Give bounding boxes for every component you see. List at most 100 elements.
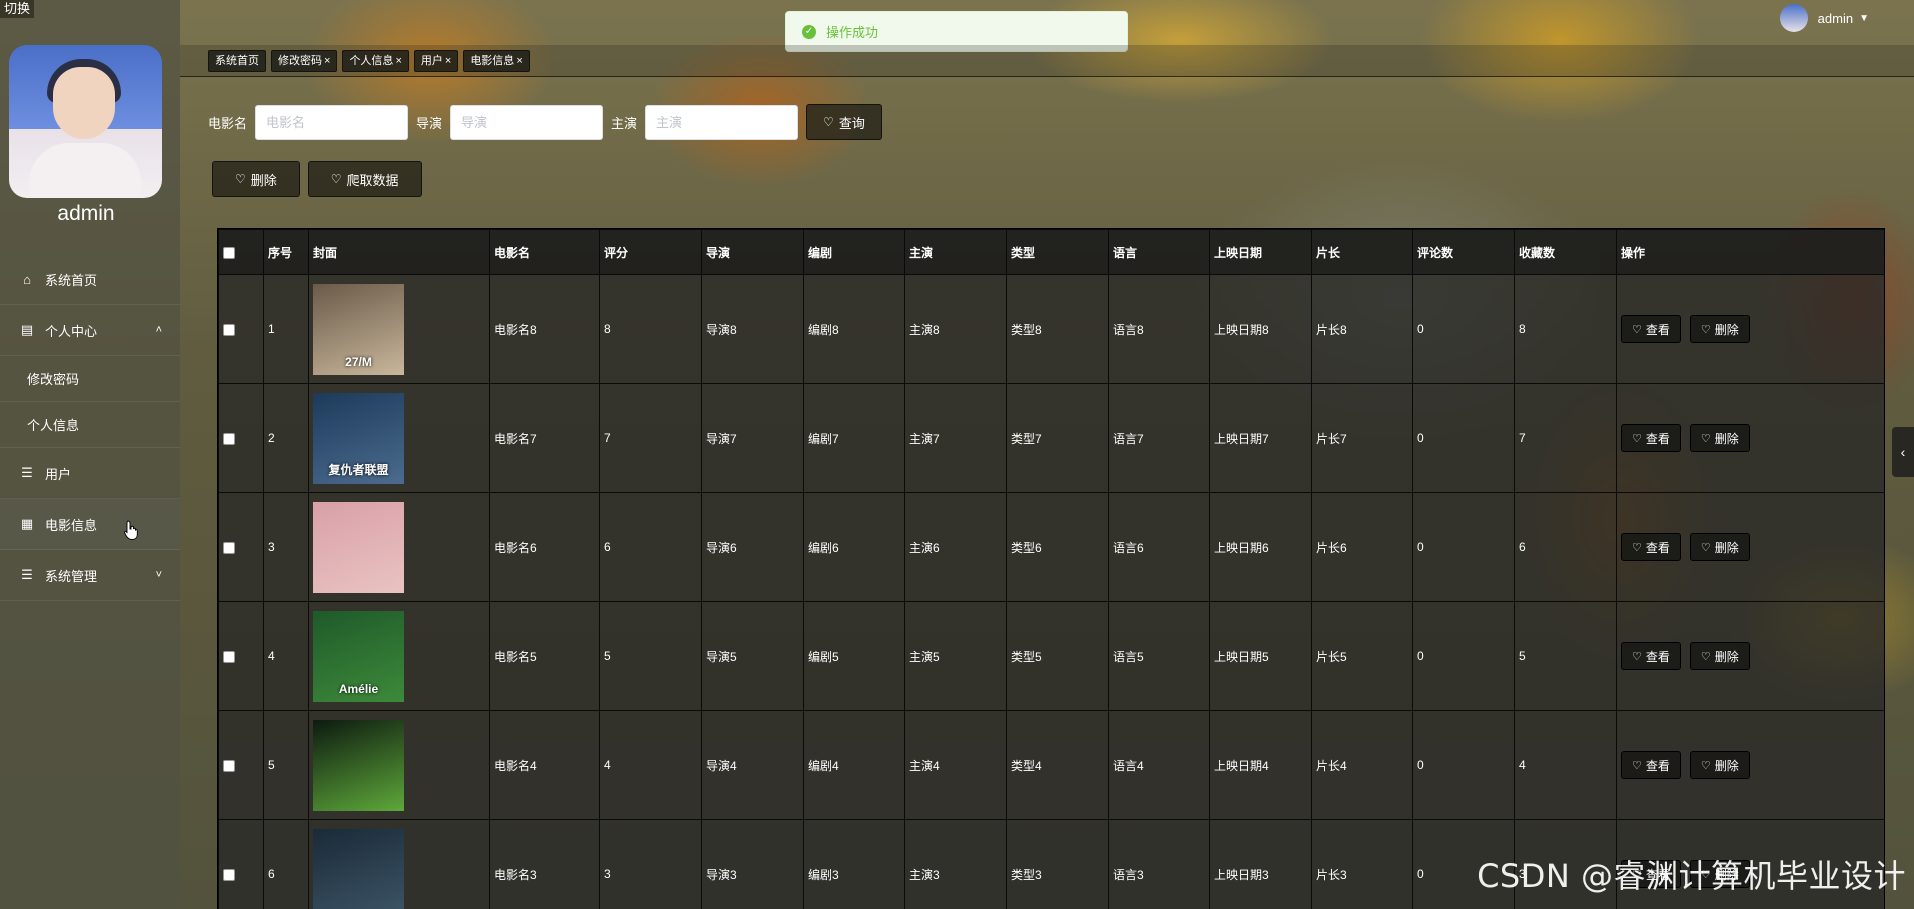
cell-comments: 0 xyxy=(1412,383,1515,493)
tag-4[interactable]: 电影信息 × xyxy=(463,50,530,72)
close-icon[interactable]: × xyxy=(324,51,330,71)
cell-rating: 7 xyxy=(599,383,702,493)
tag-1[interactable]: 修改密码 × xyxy=(271,50,338,72)
search-input-2[interactable] xyxy=(645,104,799,140)
movie-table-container[interactable]: 序号 封面 电影名 评分 导演 编剧 主演 类型 语言 上映日期 片长 评论数 收藏数 操作 1 27/M 电… xyxy=(217,228,1885,909)
tag-label: 系统首页 xyxy=(215,55,259,67)
view-button[interactable]: ♡ 查看 xyxy=(1621,642,1681,670)
delete-button[interactable]: ♡ 删除 xyxy=(1689,315,1750,343)
cell-writer: 编剧4 xyxy=(803,710,905,820)
heart-icon: ♡ xyxy=(1632,650,1642,663)
user-name: admin xyxy=(1817,10,1854,26)
sidebar-item-label: 系统首页 xyxy=(45,272,98,288)
view-button[interactable]: ♡ 查看 xyxy=(1621,424,1681,452)
movie-poster[interactable] xyxy=(313,828,404,909)
tag-label: 用户 xyxy=(420,55,443,67)
cell-comments: 0 xyxy=(1412,710,1515,820)
heart-icon: ♡ xyxy=(1632,759,1642,772)
tag-2[interactable]: 个人信息 × xyxy=(342,50,409,72)
table-row[interactable]: 2 复仇者联盟 电影名7 7 导演7 编剧7 主演7 类型7 语言7 上映日期7 片长7 0 7 ♡ 查看 ♡… xyxy=(218,383,1884,493)
row-checkbox[interactable] xyxy=(223,541,235,554)
chevron-left-icon: ‹ xyxy=(1900,444,1906,460)
view-button[interactable]: ♡ 查看 xyxy=(1621,315,1681,343)
cell-writer: 编剧8 xyxy=(803,274,905,384)
table-row[interactable]: 1 27/M 电影名8 8 导演8 编剧8 主演8 类型8 语言8 上映日期8 片长8 0 8 ♡ 查看 ♡ 删… xyxy=(218,274,1884,384)
row-index: 2 xyxy=(263,383,309,493)
tag-0[interactable]: 系统首页 xyxy=(208,50,266,72)
tag-3[interactable]: 用户 × xyxy=(413,50,459,72)
cell-language: 语言7 xyxy=(1108,383,1210,493)
cell-director: 导演5 xyxy=(701,601,804,711)
cell-name: 电影名6 xyxy=(489,492,600,602)
view-button-label: 查看 xyxy=(1645,322,1670,337)
cell-language: 语言5 xyxy=(1108,601,1210,711)
cell-actor: 主演7 xyxy=(904,383,1007,493)
view-button-label: 查看 xyxy=(1645,758,1670,773)
movie-poster[interactable]: Amélie xyxy=(313,610,404,702)
sidebar-item-1[interactable]: ▤ 个人中心 ˄ xyxy=(0,305,180,356)
search-label: 电影名 xyxy=(208,115,248,131)
view-button[interactable]: ♡ 查看 xyxy=(1621,751,1681,779)
column-header-label: 编剧 xyxy=(808,245,833,260)
sidebar-item-3[interactable]: 个人信息 xyxy=(0,402,180,448)
search-input-0[interactable] xyxy=(255,104,409,140)
heart-icon: ♡ xyxy=(330,172,342,186)
cell-writer: 编剧3 xyxy=(803,819,905,909)
column-header: 导演 xyxy=(701,229,804,275)
column-header: 电影名 xyxy=(489,229,600,275)
table-body: 1 27/M 电影名8 8 导演8 编剧8 主演8 类型8 语言8 上映日期8 片长8 0 8 ♡ 查看 ♡ 删… xyxy=(218,274,1884,909)
sidebar-item-6[interactable]: ☰ 系统管理 ˅ xyxy=(0,550,180,601)
row-checkbox[interactable] xyxy=(223,868,235,881)
heart-icon: ♡ xyxy=(1700,432,1711,445)
sidebar-item-2[interactable]: 修改密码 xyxy=(0,356,180,402)
row-checkbox[interactable] xyxy=(223,650,235,663)
table-row[interactable]: 5 电影名4 4 导演4 编剧4 主演4 类型4 语言4 上映日期4 片长4 0 4 ♡ 查看 ♡ 删除 xyxy=(218,710,1884,820)
delete-button[interactable]: ♡ 删除 xyxy=(1689,642,1750,670)
delete-button[interactable]: ♡ 删除 xyxy=(1689,424,1750,452)
cell-favorites: 8 xyxy=(1514,274,1617,384)
movie-poster[interactable] xyxy=(313,501,404,593)
row-select-cell xyxy=(218,274,264,384)
movie-poster[interactable] xyxy=(313,719,404,811)
sidebar-item-0[interactable]: ⌂ 系统首页 xyxy=(0,254,180,305)
view-button[interactable]: ♡ 查看 xyxy=(1621,533,1681,561)
column-header: 序号 xyxy=(263,229,309,275)
query-button[interactable]: ♡ 查询 xyxy=(806,104,882,140)
column-header: 语言 xyxy=(1108,229,1210,275)
close-icon[interactable]: × xyxy=(395,51,401,71)
row-checkbox[interactable] xyxy=(223,759,235,772)
table-row[interactable]: 4 Amélie 电影名5 5 导演5 编剧5 主演5 类型5 语言5 上映日期5 片长5 0 5 ♡ 查看… xyxy=(218,601,1884,711)
cell-length: 片长8 xyxy=(1311,274,1413,384)
table-row[interactable]: 3 电影名6 6 导演6 编剧6 主演6 类型6 语言6 上映日期6 片长6 0 6 ♡ 查看 ♡ 删除 xyxy=(218,492,1884,602)
search-input-1[interactable] xyxy=(450,104,604,140)
bulk-delete-button[interactable]: ♡ 删除 xyxy=(212,161,300,197)
delete-button[interactable]: ♡ 删除 xyxy=(1689,533,1750,561)
select-all-checkbox[interactable] xyxy=(223,246,235,259)
heart-icon: ♡ xyxy=(1700,759,1711,772)
row-checkbox[interactable] xyxy=(223,323,235,336)
user-dropdown[interactable]: admin ▼ xyxy=(1779,4,1869,32)
movie-poster[interactable]: 复仇者联盟 xyxy=(313,392,404,484)
side-panel-toggle[interactable]: ‹ xyxy=(1892,427,1914,477)
cell-favorites: 4 xyxy=(1514,710,1617,820)
cell-actor: 主演8 xyxy=(904,274,1007,384)
row-checkbox[interactable] xyxy=(223,432,235,445)
close-icon[interactable]: × xyxy=(516,51,522,71)
switch-button[interactable]: 切换 xyxy=(0,0,35,18)
sidebar-item-4[interactable]: ☰ 用户 xyxy=(0,448,180,499)
cell-rating: 5 xyxy=(599,601,702,711)
delete-button[interactable]: ♡ 删除 xyxy=(1689,751,1750,779)
cell-genre: 类型3 xyxy=(1006,819,1109,909)
crawl-data-button[interactable]: ♡ 爬取数据 xyxy=(307,161,422,197)
close-icon[interactable]: × xyxy=(445,51,451,71)
sidebar-item-5[interactable]: ▦ 电影信息 xyxy=(0,499,180,550)
row-actions: ♡ 查看 ♡ 删除 xyxy=(1621,315,1882,343)
movie-poster[interactable]: 27/M xyxy=(313,283,404,375)
poster-title: Amélie xyxy=(338,681,379,696)
cell-comments: 0 xyxy=(1412,601,1515,711)
sidebar-username: admin xyxy=(57,202,115,225)
row-actions: ♡ 查看 ♡ 删除 xyxy=(1621,533,1882,561)
row-index: 5 xyxy=(263,710,309,820)
cell-director: 导演8 xyxy=(701,274,804,384)
toast-message: 操作成功 xyxy=(826,25,879,40)
